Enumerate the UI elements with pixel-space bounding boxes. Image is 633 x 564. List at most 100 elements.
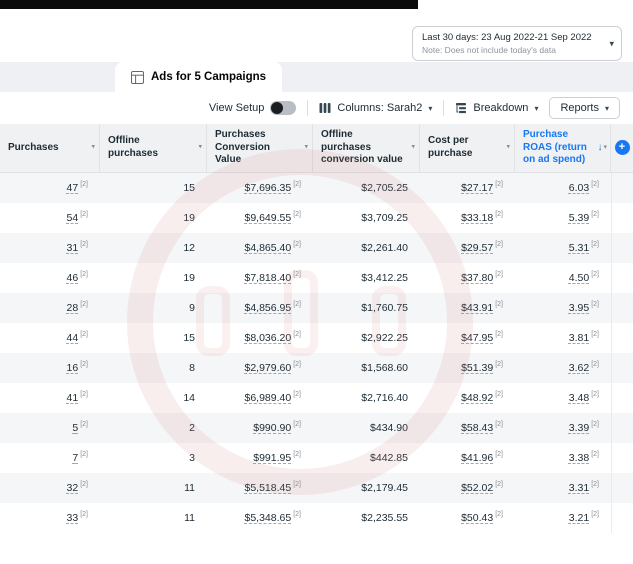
- cell-add-column-spacer: [611, 322, 633, 353]
- cell-purchases-conversion-value[interactable]: $991.95 [2]: [207, 443, 313, 473]
- cell-offline-purchases: 12: [183, 241, 195, 254]
- cell-cost-per-purchase[interactable]: $51.39 [2]: [420, 353, 515, 383]
- cell-offline-purchases-conversion-value: $2,705.25: [361, 181, 408, 194]
- metrics-table: Purchases ▾ Offline purchases ▾ Purchase…: [0, 124, 633, 533]
- cell-purchase-roas[interactable]: 3.48 [2]: [515, 383, 611, 413]
- cell-offline-purchases: 9: [189, 301, 195, 314]
- cell-offline-purchases: 19: [183, 211, 195, 224]
- cell-add-column-spacer: [611, 412, 633, 443]
- cell-offline-purchases: 15: [183, 331, 195, 344]
- table-row[interactable]: 41 [2] 14 $6,989.40 [2] $2,716.40 $48.92 [2…: [0, 382, 633, 413]
- add-column-button[interactable]: +: [614, 140, 630, 156]
- cell-offline-purchases: 8: [189, 361, 195, 374]
- toggle-switch[interactable]: [270, 101, 297, 115]
- table-row[interactable]: 32 [2] 11 $5,518.45 [2] $2,179.45 $52.02 [2…: [0, 472, 633, 503]
- cell-add-column-spacer: [611, 232, 633, 263]
- cell-offline-purchases: 19: [183, 271, 195, 284]
- cell-purchase-roas[interactable]: 5.31 [2]: [515, 233, 611, 263]
- cell-purchases-conversion-value[interactable]: $7,696.35 [2]: [207, 173, 313, 203]
- cell-purchases[interactable]: 54 [2]: [0, 203, 100, 233]
- cell-cost-per-purchase[interactable]: $48.92 [2]: [420, 383, 515, 413]
- cell-purchases[interactable]: 7 [2]: [0, 443, 100, 473]
- cell-purchases[interactable]: 28 [2]: [0, 293, 100, 323]
- cell-purchase-roas[interactable]: 4.50 [2]: [515, 263, 611, 293]
- breakdown-menu-button[interactable]: Breakdown ▾: [455, 102, 538, 114]
- cell-purchases[interactable]: 47 [2]: [0, 173, 100, 203]
- cell-purchase-roas[interactable]: 3.31 [2]: [515, 473, 611, 503]
- cell-purchase-roas[interactable]: 3.81 [2]: [515, 323, 611, 353]
- cell-purchases-conversion-value[interactable]: $4,865.40 [2]: [207, 233, 313, 263]
- table-row[interactable]: 33 [2] 11 $5,348.65 [2] $2,235.55 $50.43 [2…: [0, 502, 633, 533]
- cell-purchases[interactable]: 32 [2]: [0, 473, 100, 503]
- column-header-purchases[interactable]: Purchases ▾: [0, 124, 100, 172]
- reports-button[interactable]: Reports ▾: [549, 97, 620, 119]
- cell-purchase-roas[interactable]: 6.03 [2]: [515, 173, 611, 203]
- ads-manager-page: Last 30 days: 23 Aug 2022-21 Sep 2022 No…: [0, 0, 633, 564]
- cell-purchase-roas[interactable]: 5.39 [2]: [515, 203, 611, 233]
- table-row[interactable]: 46 [2] 19 $7,818.40 [2] $3,412.25 $37.80 [2…: [0, 262, 633, 293]
- cell-purchases-conversion-value[interactable]: $9,649.55 [2]: [207, 203, 313, 233]
- cell-purchases-conversion-value[interactable]: $4,856.95 [2]: [207, 293, 313, 323]
- cell-purchases-conversion-value[interactable]: $990.90 [2]: [207, 413, 313, 443]
- cell-purchase-roas[interactable]: 3.39 [2]: [515, 413, 611, 443]
- date-range-selector[interactable]: Last 30 days: 23 Aug 2022-21 Sep 2022 No…: [412, 26, 622, 61]
- view-setup-toggle[interactable]: View Setup: [209, 101, 297, 115]
- columns-label: Columns: Sarah2: [337, 102, 423, 114]
- column-header-cost-per-purchase[interactable]: Cost per purchase ▾: [420, 124, 515, 172]
- table-row[interactable]: 31 [2] 12 $4,865.40 [2] $2,261.40 $29.57 [2…: [0, 232, 633, 263]
- tab-ads-for-campaigns[interactable]: Ads for 5 Campaigns: [115, 62, 283, 92]
- table-row[interactable]: 44 [2] 15 $8,036.20 [2] $2,922.25 $47.95 [2…: [0, 322, 633, 353]
- cell-purchases-conversion-value[interactable]: $5,348.65 [2]: [207, 503, 313, 533]
- toggle-knob: [271, 102, 284, 114]
- cell-offline-purchases-conversion-value: $2,179.45: [361, 481, 408, 494]
- cell-cost-per-purchase[interactable]: $27.17 [2]: [420, 173, 515, 203]
- cell-add-column-spacer: [611, 352, 633, 383]
- cell-purchase-roas[interactable]: 3.95 [2]: [515, 293, 611, 323]
- column-header-offline-purchases-conversion-value[interactable]: Offline purchases conversion value ▾: [313, 124, 420, 172]
- cell-offline-purchases: 15: [183, 181, 195, 194]
- cell-cost-per-purchase[interactable]: $43.91 [2]: [420, 293, 515, 323]
- cell-purchase-roas[interactable]: 3.38 [2]: [515, 443, 611, 473]
- cell-purchases[interactable]: 41 [2]: [0, 383, 100, 413]
- cell-purchases-conversion-value[interactable]: $2,979.60 [2]: [207, 353, 313, 383]
- cell-offline-purchases-conversion-value: $434.90: [370, 421, 408, 434]
- cell-add-column-spacer: [611, 292, 633, 323]
- cell-cost-per-purchase[interactable]: $29.57 [2]: [420, 233, 515, 263]
- cell-cost-per-purchase[interactable]: $47.95 [2]: [420, 323, 515, 353]
- table-row[interactable]: 47 [2] 15 $7,696.35 [2] $2,705.25 $27.17 [2…: [0, 172, 633, 203]
- tab-strip: Ads for 5 Campaigns: [0, 62, 633, 92]
- table-row[interactable]: 54 [2] 19 $9,649.55 [2] $3,709.25 $33.18 [2…: [0, 202, 633, 233]
- cell-cost-per-purchase[interactable]: $50.43 [2]: [420, 503, 515, 533]
- cell-cost-per-purchase[interactable]: $37.80 [2]: [420, 263, 515, 293]
- cell-purchases-conversion-value[interactable]: $8,036.20 [2]: [207, 323, 313, 353]
- cell-purchases-conversion-value[interactable]: $5,518.45 [2]: [207, 473, 313, 503]
- cell-purchases-conversion-value[interactable]: $6,989.40 [2]: [207, 383, 313, 413]
- columns-menu-button[interactable]: Columns: Sarah2 ▾: [319, 102, 432, 114]
- table-row[interactable]: 7 [2] 3 $991.95 [2] $442.85 $41.96 [2] 3.38…: [0, 442, 633, 473]
- cell-cost-per-purchase[interactable]: $52.02 [2]: [420, 473, 515, 503]
- column-header-purchases-conversion-value[interactable]: Purchases Conversion Value ▾: [207, 124, 313, 172]
- cell-cost-per-purchase[interactable]: $58.43 [2]: [420, 413, 515, 443]
- cell-purchases[interactable]: 46 [2]: [0, 263, 100, 293]
- cell-cost-per-purchase[interactable]: $33.18 [2]: [420, 203, 515, 233]
- cell-purchase-roas[interactable]: 3.21 [2]: [515, 503, 611, 533]
- cell-purchases-conversion-value[interactable]: $7,818.40 [2]: [207, 263, 313, 293]
- toolbar: View Setup Columns: Sarah2 ▾ Breakdown ▾…: [0, 92, 633, 124]
- cell-purchases[interactable]: 16 [2]: [0, 353, 100, 383]
- cell-offline-purchases-conversion-value: $3,412.25: [361, 271, 408, 284]
- cell-purchase-roas[interactable]: 3.62 [2]: [515, 353, 611, 383]
- cell-purchases[interactable]: 33 [2]: [0, 503, 100, 533]
- table-grid-icon: [131, 70, 144, 84]
- table-row[interactable]: 28 [2] 9 $4,856.95 [2] $1,760.75 $43.91 [2]…: [0, 292, 633, 323]
- cell-purchases[interactable]: 5 [2]: [0, 413, 100, 443]
- cell-purchases[interactable]: 44 [2]: [0, 323, 100, 353]
- column-header-offline-purchases[interactable]: Offline purchases ▾: [100, 124, 207, 172]
- cell-offline-purchases: 2: [189, 421, 195, 434]
- cell-cost-per-purchase[interactable]: $41.96 [2]: [420, 443, 515, 473]
- cell-offline-purchases: 14: [183, 391, 195, 404]
- column-header-purchase-roas[interactable]: Purchase ROAS (return on ad spend) ↓ ▾: [515, 124, 611, 172]
- table-row[interactable]: 16 [2] 8 $2,979.60 [2] $1,568.60 $51.39 [2]…: [0, 352, 633, 383]
- cell-offline-purchases-conversion-value: $2,235.55: [361, 511, 408, 524]
- table-row[interactable]: 5 [2] 2 $990.90 [2] $434.90 $58.43 [2] 3.39…: [0, 412, 633, 443]
- cell-purchases[interactable]: 31 [2]: [0, 233, 100, 263]
